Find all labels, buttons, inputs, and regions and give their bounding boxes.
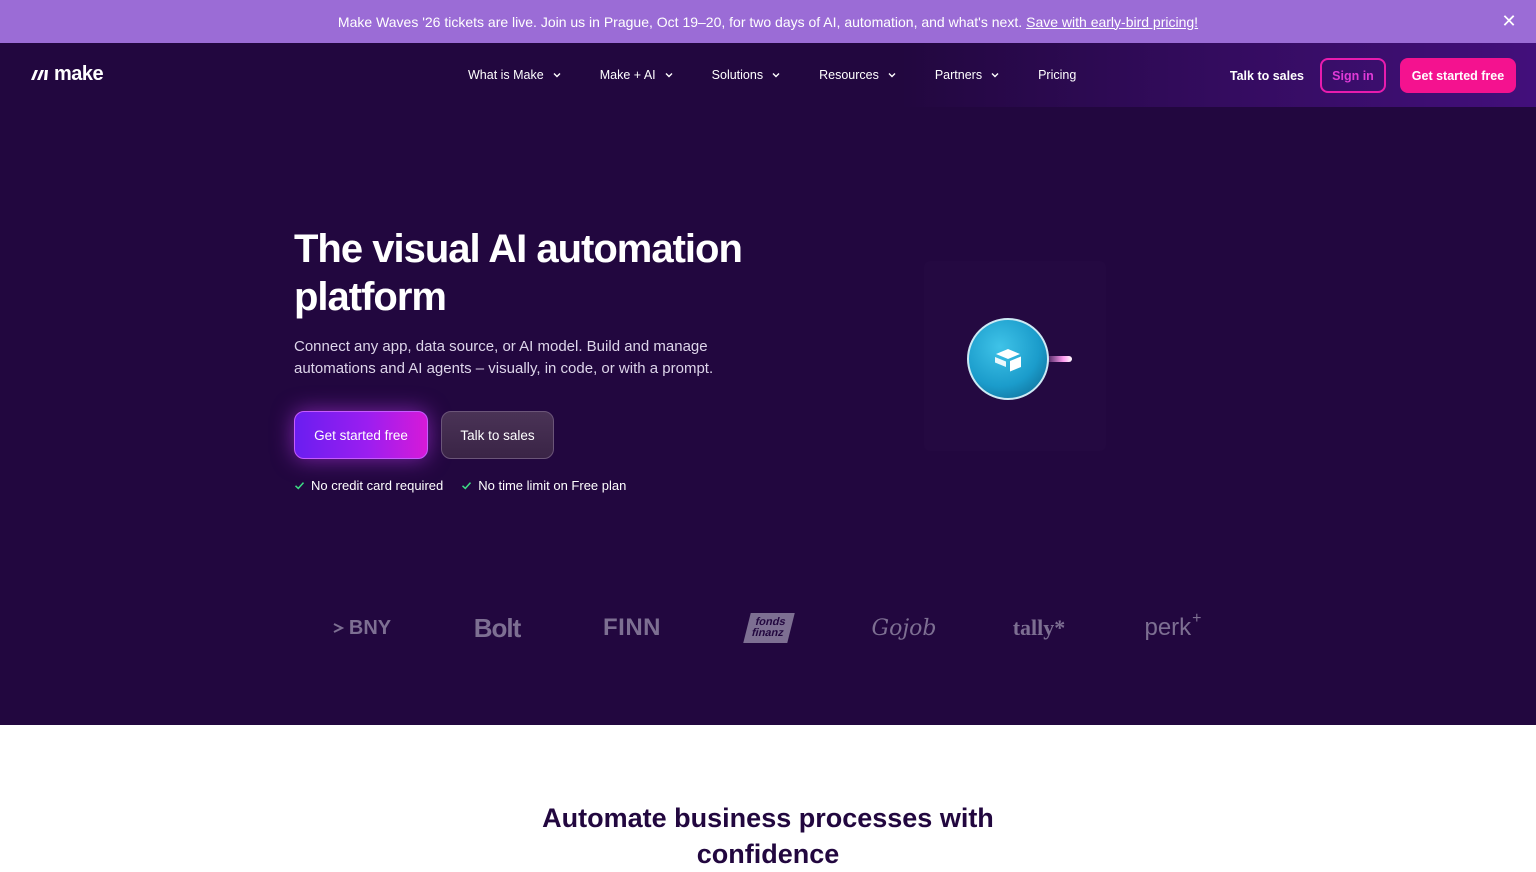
logo-text: make: [54, 62, 104, 85]
nav-actions: Talk to sales Sign in Get started free: [1230, 58, 1516, 93]
brand-logo-bny: BNY: [324, 603, 400, 653]
brand-logo-fonds-finanz: fonds finanz: [743, 603, 795, 653]
make-logo[interactable]: make: [30, 62, 104, 85]
get-started-nav-button[interactable]: Get started free: [1400, 58, 1516, 93]
talk-to-sales-button[interactable]: Talk to sales: [441, 411, 554, 459]
brand-label: fonds finanz: [743, 613, 795, 643]
brand-label: BNY: [348, 616, 392, 639]
check-icon: [294, 481, 305, 489]
nav-item-label: What is Make: [468, 68, 544, 82]
chevron-down-icon: [553, 73, 561, 78]
brand-logo-perk: perk +: [1138, 603, 1208, 653]
nav-item-make-ai[interactable]: Make + AI: [600, 68, 674, 82]
banner-link[interactable]: Save with early-bird pricing!: [1026, 14, 1198, 30]
talk-to-sales-link[interactable]: Talk to sales: [1230, 69, 1304, 83]
nav-item-what-is-make[interactable]: What is Make: [468, 68, 562, 82]
make-logo-icon: [31, 70, 48, 80]
bny-arrow-icon: [333, 623, 345, 633]
hero-section: make What is Make Make + AI Solutions Re…: [0, 43, 1536, 725]
nav-item-partners[interactable]: Partners: [935, 68, 1000, 82]
brand-label: Bolt: [473, 612, 522, 643]
chevron-down-icon: [665, 73, 673, 78]
section-title-line2: confidence: [696, 839, 840, 869]
announcement-banner: Make Waves '26 tickets are live. Join us…: [0, 0, 1536, 43]
perk-item: No time limit on Free plan: [461, 478, 626, 493]
perk-label: No time limit on Free plan: [478, 477, 627, 493]
nav-item-label: Partners: [934, 68, 983, 82]
hero-subtitle: Connect any app, data source, or AI mode…: [294, 338, 714, 377]
customer-logos: BNY Bolt FINN fonds finanz Gojob tally* …: [0, 603, 1536, 653]
brand-logo-gojob: Gojob: [872, 603, 937, 653]
section-title-line1: Automate business processes with: [542, 803, 994, 833]
close-icon[interactable]: ✕: [1500, 12, 1518, 30]
hero-title: The visual AI automation platform: [294, 227, 743, 319]
brand-label: perk: [1144, 614, 1192, 641]
nav-item-pricing[interactable]: Pricing: [1038, 68, 1076, 82]
nav-item-label: Pricing: [1038, 68, 1077, 82]
sign-in-button[interactable]: Sign in: [1320, 58, 1386, 93]
nav-item-label: Make + AI: [599, 68, 656, 82]
perk-plus-icon: +: [1192, 610, 1202, 627]
nav-item-label: Resources: [819, 68, 879, 82]
nav-item-resources[interactable]: Resources: [819, 68, 897, 82]
nav-item-solutions[interactable]: Solutions: [712, 68, 781, 82]
check-icon: [462, 481, 472, 489]
perks-list: No credit card required No time limit on…: [294, 475, 626, 495]
nav-item-label: Solutions: [711, 68, 764, 82]
chevron-down-icon: [991, 73, 999, 78]
brand-logo-finn: FINN: [600, 603, 664, 653]
brand-label: FINN: [603, 614, 661, 641]
main-nav: What is Make Make + AI Solutions Resourc…: [468, 63, 1114, 87]
perk-label: No credit card required: [311, 477, 444, 493]
chevron-down-icon: [772, 73, 780, 78]
get-started-button[interactable]: Get started free: [294, 411, 428, 459]
chevron-down-icon: [888, 73, 896, 78]
banner-text: Make Waves '26 tickets are live. Join us…: [337, 13, 1023, 30]
perk-item: No credit card required: [294, 478, 443, 493]
brand-logo-tally: tally*: [1008, 603, 1070, 653]
brand-label: tally*: [1012, 615, 1066, 640]
airtable-app-icon: [967, 318, 1049, 400]
brand-logo-bolt: Bolt: [468, 603, 526, 653]
section-title: Automate business processes with confide…: [0, 800, 1536, 872]
brand-label: Gojob: [871, 615, 937, 641]
